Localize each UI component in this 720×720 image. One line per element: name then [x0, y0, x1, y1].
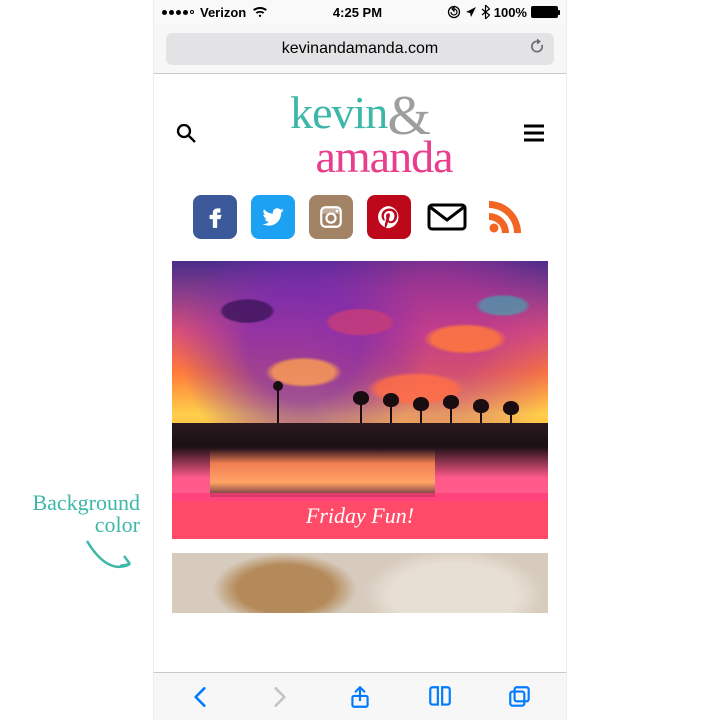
rotation-lock-icon: [447, 5, 461, 19]
site-logo[interactable]: kevin& amanda: [200, 88, 520, 177]
annotation-line2: color: [95, 512, 140, 537]
ios-status-bar: Verizon 4:25 PM 100%: [154, 0, 566, 24]
phone-frame: Verizon 4:25 PM 100% kevinandamanda.com: [154, 0, 566, 720]
status-right: 100%: [447, 5, 558, 20]
book-icon: [427, 684, 453, 710]
chevron-left-icon: [187, 684, 213, 710]
reload-icon: [528, 37, 546, 55]
instagram-icon: [318, 204, 344, 230]
signal-dots-icon: [162, 10, 194, 15]
annotation-line1: Background: [32, 490, 140, 515]
battery-icon: [531, 6, 558, 18]
safari-toolbar: [154, 672, 566, 720]
annotation-label: Background color: [10, 492, 140, 536]
site-header: kevin& amanda: [172, 84, 548, 177]
post-title: Friday Fun!: [306, 503, 414, 529]
safari-url-bar: kevinandamanda.com: [154, 24, 566, 74]
twitter-link[interactable]: [251, 195, 295, 239]
back-button[interactable]: [182, 679, 218, 715]
twitter-icon: [260, 204, 286, 230]
wifi-icon: [252, 6, 268, 18]
bluetooth-icon: [481, 5, 490, 19]
rss-icon: [483, 195, 527, 239]
facebook-icon: [202, 204, 228, 230]
search-icon: [176, 123, 196, 143]
share-icon: [347, 684, 373, 710]
share-button[interactable]: [342, 679, 378, 715]
pinterest-icon: [376, 204, 402, 230]
menu-button[interactable]: [520, 123, 548, 143]
hamburger-icon: [522, 123, 546, 143]
chevron-right-icon: [267, 684, 293, 710]
bookmarks-button[interactable]: [422, 679, 458, 715]
facebook-link[interactable]: [193, 195, 237, 239]
featured-post-card[interactable]: Friday Fun!: [172, 261, 548, 539]
social-row: [172, 195, 548, 239]
forward-button[interactable]: [262, 679, 298, 715]
location-icon: [465, 6, 477, 18]
logo-word2: amanda: [248, 136, 520, 177]
status-left: Verizon: [162, 5, 268, 20]
instagram-link[interactable]: [309, 195, 353, 239]
page-viewport[interactable]: kevin& amanda: [154, 74, 566, 672]
tabs-button[interactable]: [502, 679, 538, 715]
site-content: kevin& amanda: [154, 74, 566, 613]
url-field[interactable]: kevinandamanda.com: [166, 33, 554, 65]
site-search-button[interactable]: [172, 123, 200, 143]
rss-link[interactable]: [483, 195, 527, 239]
email-link[interactable]: [425, 195, 469, 239]
reload-button[interactable]: [528, 37, 546, 60]
status-time: 4:25 PM: [333, 5, 382, 20]
tabs-icon: [507, 684, 533, 710]
carrier-label: Verizon: [200, 5, 246, 20]
mail-icon: [425, 195, 469, 239]
battery-percent: 100%: [494, 5, 527, 20]
post-title-overlay: Friday Fun!: [172, 493, 548, 539]
pinterest-link[interactable]: [367, 195, 411, 239]
next-post-peek[interactable]: [172, 553, 548, 613]
annotation-arrow-icon: [82, 536, 142, 586]
url-text: kevinandamanda.com: [282, 40, 439, 58]
